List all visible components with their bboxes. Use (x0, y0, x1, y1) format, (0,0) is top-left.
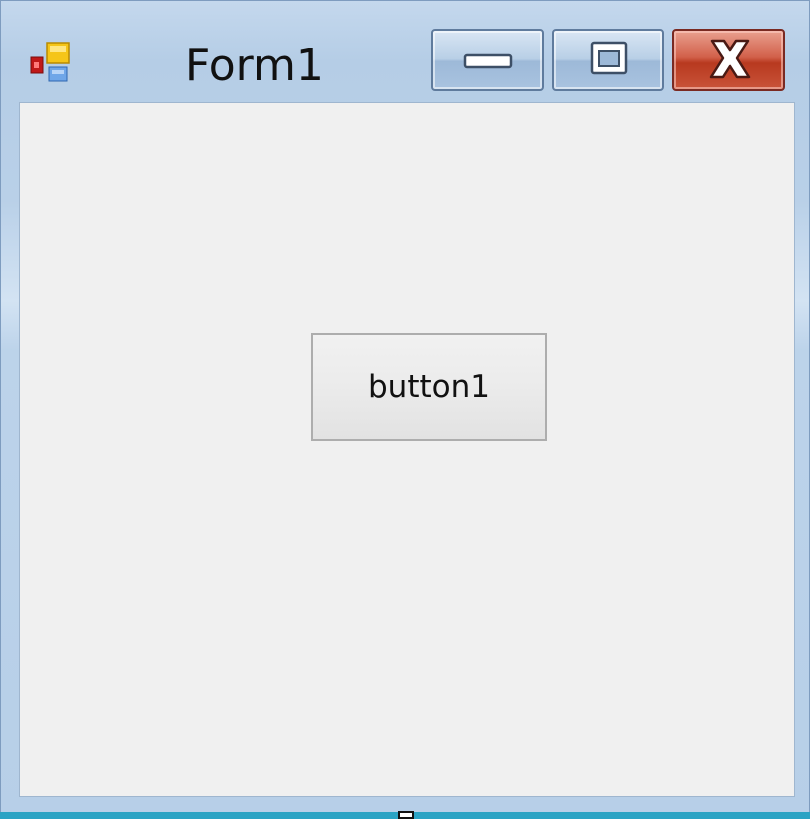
close-icon (709, 39, 751, 79)
form-window: Form1 button1 (0, 0, 810, 819)
window-title: Form1 (185, 40, 324, 91)
maximize-icon (590, 41, 628, 75)
app-icon[interactable] (27, 37, 77, 85)
close-button[interactable] (672, 29, 785, 91)
resize-handle[interactable] (398, 811, 414, 819)
button1[interactable]: button1 (311, 333, 547, 441)
maximize-button[interactable] (552, 29, 664, 91)
minimize-icon (463, 53, 513, 69)
form-client-area: button1 (19, 102, 795, 797)
title-bar[interactable]: Form1 (1, 1, 809, 101)
minimize-button[interactable] (431, 29, 544, 91)
